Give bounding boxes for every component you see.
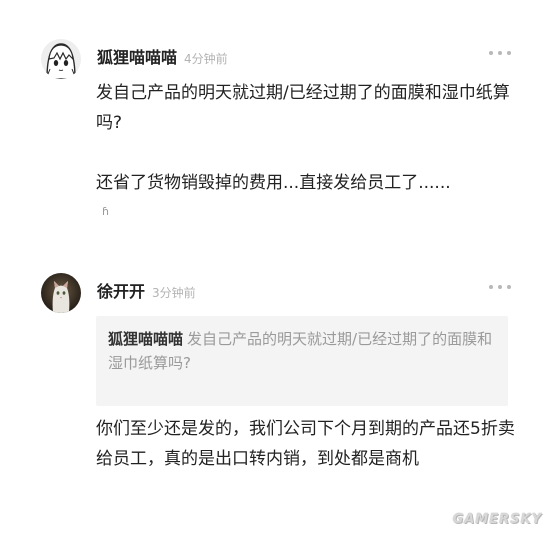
quoted-comment[interactable]: 狐狸喵喵喵 发自己产品的明天就过期/已经过期了的面膜和湿巾纸算吗? xyxy=(96,316,508,406)
reply-icon[interactable]: ɦ xyxy=(102,206,109,218)
cat-photo-avatar-icon[interactable] xyxy=(41,273,81,313)
comment-body: 你们至少还是发的，我们公司下个月到期的产品还5折卖给员工，真的是出口转内销，到处… xyxy=(96,414,516,474)
anime-girl-avatar-icon[interactable] xyxy=(41,39,81,79)
comment-feed: 狐狸喵喵喵 4分钟前 发自己产品的明天就过期/已经过期了的面膜和湿巾纸算吗? 还… xyxy=(0,0,550,535)
username[interactable]: 狐狸喵喵喵 xyxy=(97,44,177,68)
timestamp: 3分钟前 xyxy=(152,286,196,300)
timestamp: 4分钟前 xyxy=(184,52,228,66)
more-options-icon[interactable] xyxy=(489,282,511,292)
quote-author: 狐狸喵喵喵 xyxy=(108,330,184,348)
comment-header: 狐狸喵喵喵 4分钟前 xyxy=(97,44,228,68)
comment-paragraph: 还省了货物销毁掉的费用...直接发给员工了...... xyxy=(96,173,451,193)
comment-body: 发自己产品的明天就过期/已经过期了的面膜和湿巾纸算吗? 还省了货物销毁掉的费用.… xyxy=(96,78,516,198)
comment-paragraph: 发自己产品的明天就过期/已经过期了的面膜和湿巾纸算吗? xyxy=(96,83,510,133)
comment-header: 徐开开 3分钟前 xyxy=(97,278,196,302)
username[interactable]: 徐开开 xyxy=(97,278,145,302)
gamersky-watermark: GAMERSKY xyxy=(452,512,542,527)
comment-paragraph: 你们至少还是发的，我们公司下个月到期的产品还5折卖给员工，真的是出口转内销，到处… xyxy=(96,419,515,469)
more-options-icon[interactable] xyxy=(489,48,511,58)
